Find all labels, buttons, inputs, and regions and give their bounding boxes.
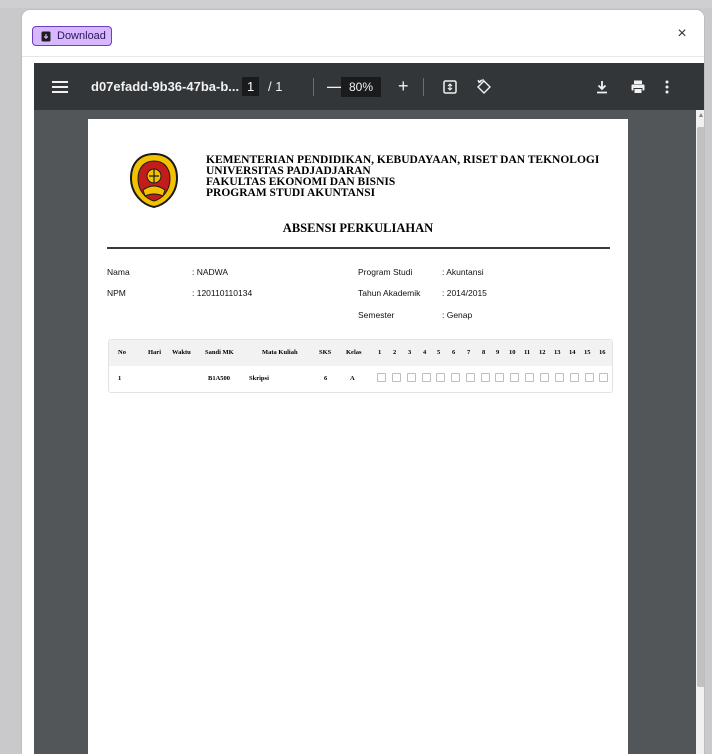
attendance-checkbox-7[interactable] xyxy=(466,373,475,382)
info-label-nama: Nama xyxy=(107,267,130,277)
info-label-tahun-akademik: Tahun Akademik xyxy=(358,288,421,298)
info-label-npm: NPM xyxy=(107,288,126,298)
attendance-checkbox-1[interactable] xyxy=(377,373,386,382)
document-page: KEMENTERIAN PENDIDIKAN, KEBUDAYAAN, RISE… xyxy=(88,119,628,754)
cell-sandi-mk: B1A500 xyxy=(208,375,231,382)
info-value-tahun-akademik: : 2014/2015 xyxy=(442,288,487,298)
header-session-4: 4 xyxy=(423,349,427,356)
current-page[interactable]: 1 xyxy=(242,77,260,96)
attendance-checkbox-5[interactable] xyxy=(436,373,445,382)
header-sandi-mk: Sandi MK xyxy=(205,349,234,356)
header-session-14: 14 xyxy=(569,349,576,356)
download-file-icon xyxy=(41,31,51,41)
page-total: / 1 xyxy=(268,79,283,94)
attendance-checkbox-10[interactable] xyxy=(510,373,519,382)
pdf-preview-modal: Download × d07efadd-9b36-47ba-b... 1 / 1… xyxy=(22,10,704,754)
header-no: No xyxy=(118,349,126,356)
scroll-up-icon[interactable]: ▲ xyxy=(697,112,704,122)
page-number-input[interactable]: 1 xyxy=(242,63,260,110)
header-session-6: 6 xyxy=(452,349,456,356)
cell-kelas: A xyxy=(350,375,355,382)
header-rule xyxy=(107,247,610,249)
zoom-level[interactable]: 80% xyxy=(341,63,382,110)
cell-mata-kuliah: Skripsi xyxy=(249,375,269,382)
university-logo xyxy=(129,152,179,208)
rotate-icon[interactable] xyxy=(476,63,492,110)
pdf-viewer: d07efadd-9b36-47ba-b... 1 / 1 — 80% + KE… xyxy=(34,63,704,754)
header-session-15: 15 xyxy=(584,349,591,356)
attendance-checkbox-2[interactable] xyxy=(392,373,401,382)
program-name: PROGRAM STUDI AKUNTANSI xyxy=(206,187,376,199)
zoom-value[interactable]: 80% xyxy=(341,76,382,97)
header-session-9: 9 xyxy=(496,349,500,356)
attendance-checkbox-16[interactable] xyxy=(599,373,608,382)
scrollbar-thumb[interactable] xyxy=(697,127,704,687)
info-value-nama: : NADWA xyxy=(192,267,229,277)
institution-header: KEMENTERIAN PENDIDIKAN, KEBUDAYAAN, RISE… xyxy=(206,154,599,199)
header-divider xyxy=(22,56,704,57)
document-title: d07efadd-9b36-47ba-b... xyxy=(91,79,240,94)
toolbar-divider xyxy=(423,78,424,96)
header-session-1: 1 xyxy=(378,349,382,356)
menu-icon[interactable] xyxy=(52,63,68,110)
attendance-checkbox-13[interactable] xyxy=(555,373,564,382)
form-title: ABSENSI PERKULIAHAN xyxy=(282,221,434,235)
attendance-checkbox-12[interactable] xyxy=(540,373,549,382)
header-session-2: 2 xyxy=(393,349,397,356)
toolbar-divider xyxy=(313,78,314,96)
header-kelas: Kelas xyxy=(346,349,362,356)
header-session-10: 10 xyxy=(509,349,516,356)
close-icon[interactable]: × xyxy=(674,26,690,42)
print-icon[interactable] xyxy=(631,63,645,110)
header-hari: Hari xyxy=(148,349,161,356)
viewer-toolbar: d07efadd-9b36-47ba-b... 1 / 1 — 80% + xyxy=(34,63,704,110)
download-button[interactable]: Download xyxy=(32,26,112,46)
header-session-8: 8 xyxy=(482,349,486,356)
header-session-7: 7 xyxy=(467,349,471,356)
header-session-16: 16 xyxy=(599,349,606,356)
attendance-table: No Hari Waktu Sandi MK Mata Kuliah SKS K… xyxy=(108,339,613,393)
header-session-12: 12 xyxy=(539,349,546,356)
more-options-icon[interactable] xyxy=(665,63,669,110)
zoom-in-button[interactable]: + xyxy=(398,63,409,110)
attendance-checkbox-15[interactable] xyxy=(585,373,594,382)
attendance-checkbox-4[interactable] xyxy=(422,373,431,382)
header-session-3: 3 xyxy=(408,349,412,356)
table-header: No Hari Waktu Sandi MK Mata Kuliah SKS K… xyxy=(109,340,612,366)
info-label-program-studi: Program Studi xyxy=(358,267,413,277)
modal-header: Download × xyxy=(22,10,704,56)
backdrop xyxy=(0,0,712,8)
cell-no: 1 xyxy=(118,375,122,382)
header-session-13: 13 xyxy=(554,349,561,356)
info-label-semester: Semester xyxy=(358,310,395,320)
attendance-checkbox-9[interactable] xyxy=(495,373,504,382)
attendance-checkbox-6[interactable] xyxy=(451,373,460,382)
download-label: Download xyxy=(57,30,106,42)
attendance-checkbox-11[interactable] xyxy=(525,373,534,382)
info-value-semester: : Genap xyxy=(442,310,473,320)
header-mata-kuliah: Mata Kuliah xyxy=(262,349,298,356)
header-sks: SKS xyxy=(319,349,332,356)
header-session-11: 11 xyxy=(524,349,531,356)
header-session-5: 5 xyxy=(437,349,441,356)
fit-to-page-icon[interactable] xyxy=(443,63,457,110)
download-icon[interactable] xyxy=(596,63,608,110)
attendance-checkbox-3[interactable] xyxy=(407,373,416,382)
info-value-program-studi: : Akuntansi xyxy=(442,267,484,277)
cell-sks: 6 xyxy=(324,375,328,382)
attendance-checkbox-14[interactable] xyxy=(570,373,579,382)
attendance-checkbox-8[interactable] xyxy=(481,373,490,382)
header-waktu: Waktu xyxy=(172,349,191,356)
info-value-npm: : 120110110134 xyxy=(192,288,253,298)
